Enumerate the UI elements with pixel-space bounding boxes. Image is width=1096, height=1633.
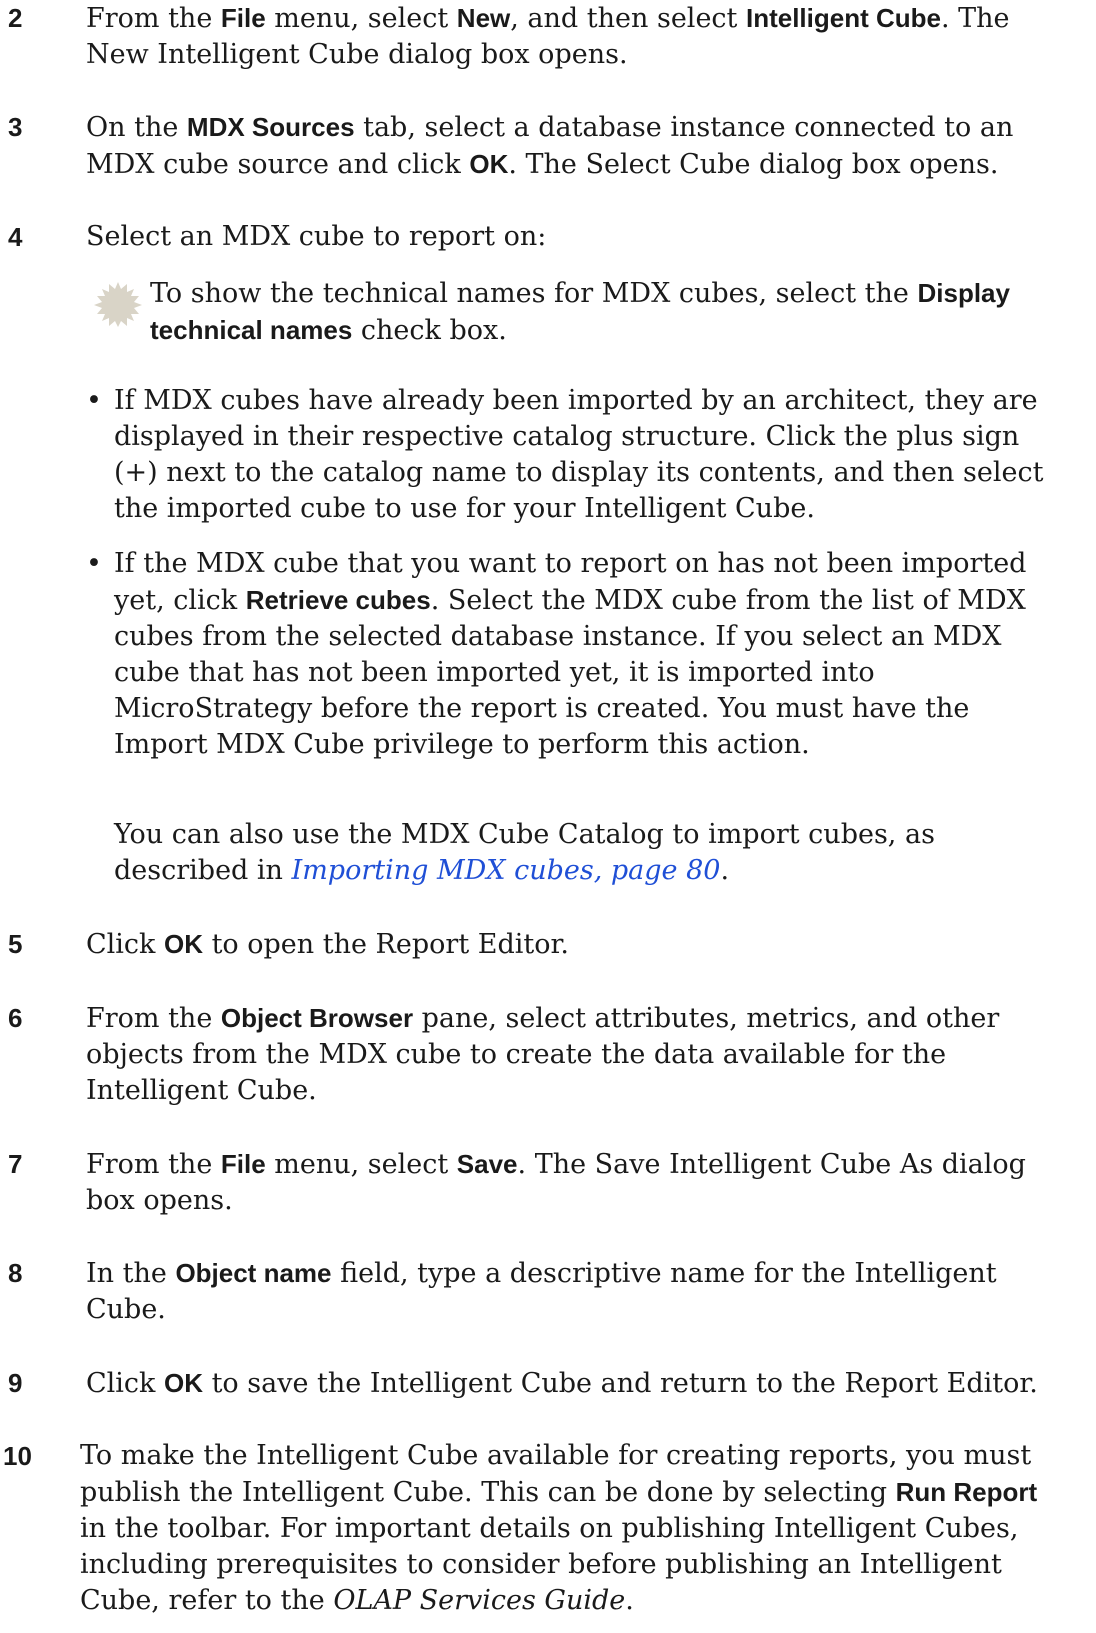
step-number: 7 bbox=[8, 1149, 23, 1179]
step-text: From the File menu, select New, and then… bbox=[86, 0, 1066, 73]
ui-term: Object Browser bbox=[220, 1003, 414, 1033]
ui-term: Retrieve cubes bbox=[245, 585, 431, 615]
step-4: 4 Select an MDX cube to report on: bbox=[0, 219, 1066, 255]
ui-term: OK bbox=[469, 149, 509, 179]
ui-term: OK bbox=[164, 929, 203, 959]
cross-reference-link[interactable]: Importing MDX cubes, page 80 bbox=[292, 855, 721, 886]
step-text: From the Object Browser pane, select att… bbox=[86, 1000, 1066, 1109]
text-run: On the bbox=[86, 112, 187, 143]
bullet-item: • If the MDX cube that you want to repor… bbox=[86, 546, 1066, 763]
text-run: Click bbox=[86, 1368, 164, 1399]
text-run: , and then select bbox=[510, 3, 746, 34]
text-run: to open the Report Editor. bbox=[203, 929, 570, 960]
text-run: To make the Intelligent Cube available f… bbox=[80, 1440, 1032, 1508]
text-run: To show the technical names for MDX cube… bbox=[150, 278, 918, 309]
bullet-item: • If MDX cubes have already been importe… bbox=[86, 383, 1066, 527]
step-text: Click OK to save the Intelligent Cube an… bbox=[86, 1365, 1066, 1402]
step-7: 7 From the File menu, select Save. The S… bbox=[0, 1146, 1066, 1219]
note-text: To show the technical names for MDX cube… bbox=[150, 275, 1066, 349]
text-run: . bbox=[720, 855, 730, 886]
ui-term: Save bbox=[456, 1149, 518, 1179]
note-callout: To show the technical names for MDX cube… bbox=[92, 275, 1066, 349]
step-5: 5 Click OK to open the Report Editor. bbox=[0, 926, 1066, 963]
step-number: 2 bbox=[8, 3, 23, 33]
step-8: 8 In the Object name field, type a descr… bbox=[0, 1255, 1066, 1328]
ui-term: MDX Sources bbox=[186, 112, 355, 142]
text-run: From the bbox=[86, 1003, 221, 1034]
ui-term: New bbox=[456, 3, 511, 33]
ui-term: File bbox=[220, 1149, 266, 1179]
text-run: . The Select Cube dialog box opens. bbox=[508, 149, 999, 180]
step-number: 4 bbox=[8, 222, 23, 252]
text-run: to save the Intelligent Cube and return … bbox=[203, 1368, 1038, 1399]
text-run: menu, select bbox=[265, 3, 457, 34]
bullet-text: If MDX cubes have already been imported … bbox=[114, 385, 1044, 524]
text-run: In the bbox=[86, 1258, 176, 1289]
text-run: check box. bbox=[352, 315, 507, 346]
step-6: 6 From the Object Browser pane, select a… bbox=[0, 1000, 1066, 1109]
bullet-marker: • bbox=[86, 548, 102, 579]
ui-term: Object name bbox=[175, 1258, 332, 1288]
catalog-paragraph: You can also use the MDX Cube Catalog to… bbox=[86, 817, 1066, 889]
ui-term: Run Report bbox=[895, 1477, 1038, 1507]
step-number: 9 bbox=[8, 1368, 23, 1398]
step-3: 3 On the MDX Sources tab, select a datab… bbox=[0, 109, 1066, 183]
step-number: 8 bbox=[8, 1258, 23, 1288]
step-text: On the MDX Sources tab, select a databas… bbox=[86, 109, 1066, 183]
step-number: 3 bbox=[8, 112, 23, 142]
text-run: From the bbox=[86, 1149, 221, 1180]
step-2: 2 From the File menu, select New, and th… bbox=[0, 0, 1066, 73]
bullet-marker: • bbox=[86, 385, 102, 416]
ui-term: File bbox=[220, 3, 266, 33]
step-text: Select an MDX cube to report on: bbox=[86, 221, 547, 252]
text-run: . bbox=[625, 1585, 634, 1616]
step-text: Click OK to open the Report Editor. bbox=[86, 926, 1066, 963]
step-number: 5 bbox=[8, 929, 23, 959]
ui-term: OK bbox=[164, 1368, 203, 1398]
step-9: 9 Click OK to save the Intelligent Cube … bbox=[0, 1365, 1066, 1402]
document-page: 2 From the File menu, select New, and th… bbox=[0, 0, 1096, 1633]
step-text: In the Object name field, type a descrip… bbox=[86, 1255, 1066, 1328]
paragraph-text: You can also use the MDX Cube Catalog to… bbox=[114, 817, 1066, 889]
note-burst-icon bbox=[92, 281, 144, 327]
step-number: 6 bbox=[8, 1003, 23, 1033]
step-text: From the File menu, select Save. The Sav… bbox=[86, 1146, 1066, 1219]
guide-title: OLAP Services Guide bbox=[333, 1585, 626, 1616]
text-run: menu, select bbox=[265, 1149, 457, 1180]
step-10: 10 To make the Intelligent Cube availabl… bbox=[0, 1438, 1066, 1619]
text-run: Click bbox=[86, 929, 164, 960]
step-number: 10 bbox=[3, 1441, 32, 1471]
ui-term: Intelligent Cube bbox=[745, 3, 941, 33]
text-run: From the bbox=[86, 3, 221, 34]
bullet-text: If the MDX cube that you want to report … bbox=[114, 546, 1066, 763]
step-text: To make the Intelligent Cube available f… bbox=[80, 1438, 1066, 1619]
